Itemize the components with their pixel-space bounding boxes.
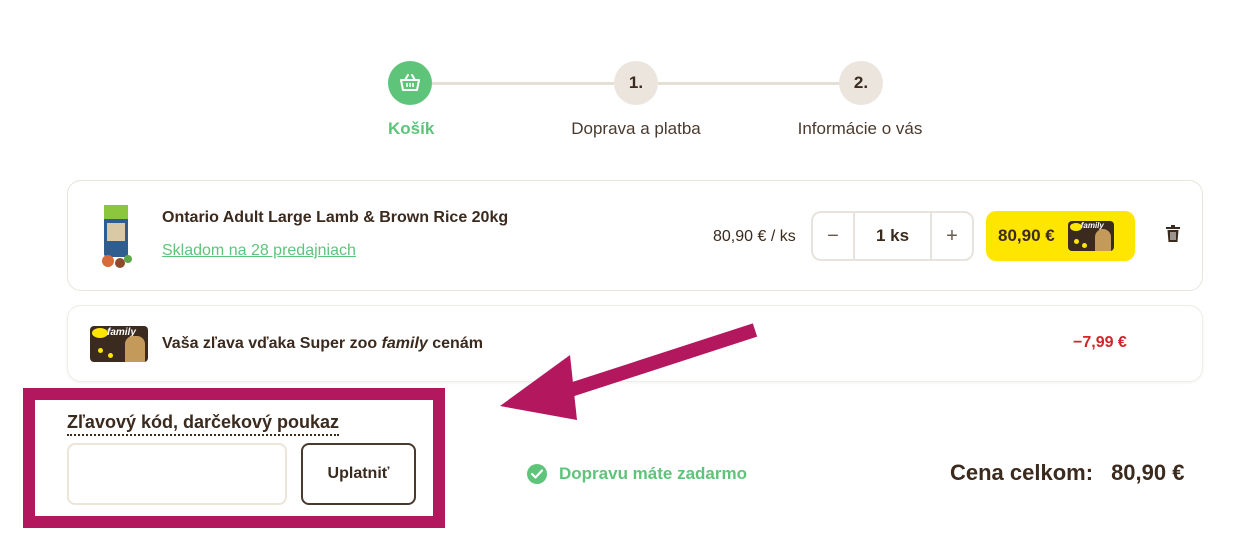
product-name[interactable]: Ontario Adult Large Lamb & Brown Rice 20… bbox=[162, 209, 508, 227]
check-circle-icon bbox=[527, 464, 547, 484]
quantity-stepper: − 1 ks + bbox=[811, 211, 974, 261]
discount-amount: −7,99 € bbox=[1073, 334, 1127, 351]
coupon-code-input[interactable] bbox=[67, 443, 287, 505]
family-card-icon: family bbox=[1067, 221, 1114, 251]
step-connector bbox=[658, 82, 840, 85]
basket-icon bbox=[400, 74, 420, 91]
coupon-label: Zľavový kód, darčekový poukaz bbox=[67, 412, 340, 436]
discount-description: Vaša zľava vďaka Super zoo family cenám bbox=[162, 335, 483, 352]
step-info-circle[interactable]: 2. bbox=[839, 61, 883, 105]
unit-price: 80,90 € / ks bbox=[713, 228, 796, 245]
total-label: Cena celkom: bbox=[950, 460, 1094, 485]
stock-availability-link[interactable]: Skladom na 28 predajniach bbox=[162, 242, 356, 260]
free-shipping-text: Dopravu máte zadarmo bbox=[559, 464, 747, 483]
step-cart-circle[interactable] bbox=[388, 61, 432, 105]
step-info-label[interactable]: Informácie o vás bbox=[760, 119, 960, 139]
free-shipping-notice: Dopravu máte zadarmo bbox=[527, 464, 747, 484]
step-shipping-label[interactable]: Doprava a platba bbox=[536, 119, 736, 139]
step-shipping-circle[interactable]: 1. bbox=[614, 61, 658, 105]
step-connector bbox=[432, 82, 614, 85]
trash-icon[interactable] bbox=[1165, 225, 1181, 243]
quantity-value[interactable]: 1 ks bbox=[853, 213, 932, 259]
apply-coupon-button[interactable]: Uplatniť bbox=[301, 443, 416, 505]
product-image[interactable] bbox=[98, 203, 134, 269]
decrease-quantity-button[interactable]: − bbox=[813, 213, 853, 259]
order-total: Cena celkom: 80,90 € bbox=[950, 460, 1184, 486]
total-value: 80,90 € bbox=[1111, 460, 1185, 485]
increase-quantity-button[interactable]: + bbox=[932, 213, 972, 259]
checkout-stepper: 1. 2. Košík Doprava a platba Informácie … bbox=[0, 0, 1240, 160]
item-price: 80,90 € bbox=[998, 226, 1055, 245]
cart-item-row: Ontario Adult Large Lamb & Brown Rice 20… bbox=[67, 180, 1203, 291]
item-price-badge: 80,90 € family bbox=[986, 211, 1135, 261]
arrow-annotation bbox=[500, 323, 758, 420]
family-card-image: family bbox=[90, 326, 148, 362]
step-cart-label[interactable]: Košík bbox=[388, 119, 434, 139]
